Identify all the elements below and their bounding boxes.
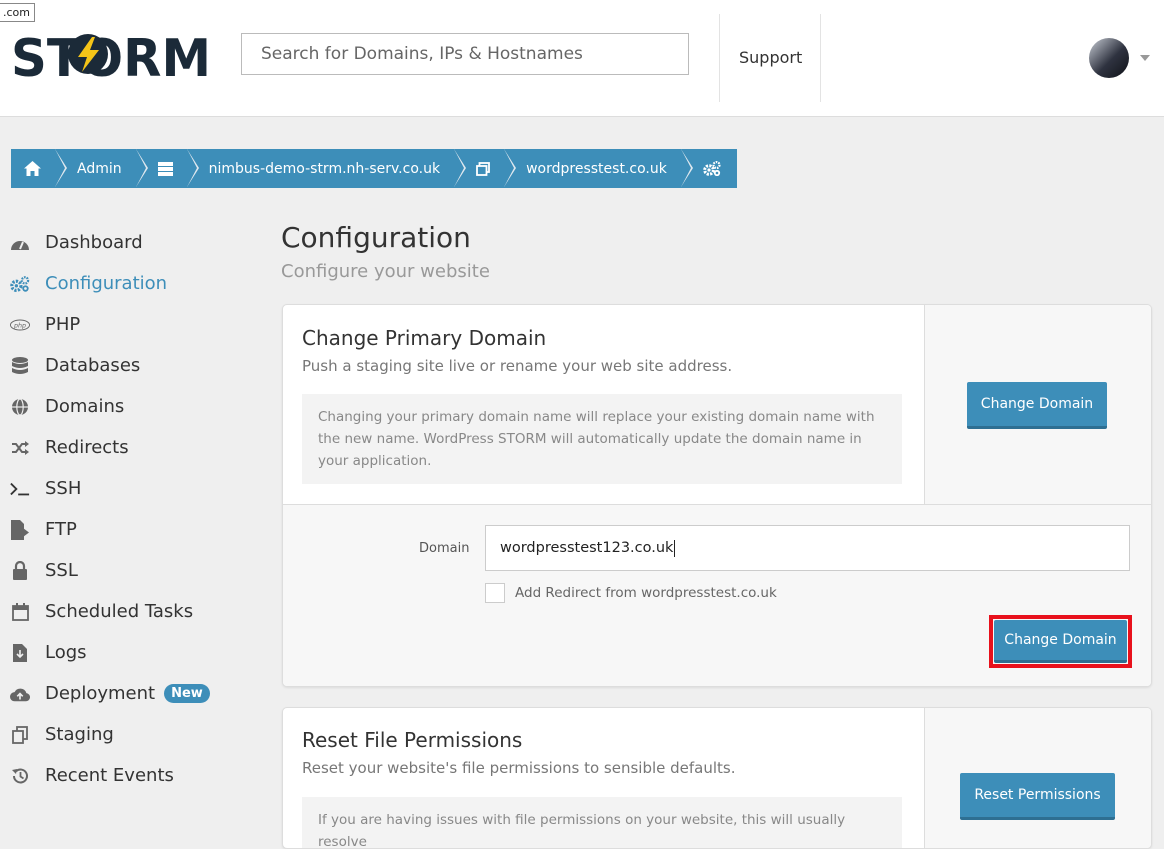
search-input[interactable]: [241, 33, 689, 75]
sidebar-item-label: Domains: [45, 396, 125, 417]
cogs-icon: [703, 161, 721, 176]
card-title: Reset File Permissions: [302, 728, 523, 752]
dashboard-icon: [10, 233, 30, 253]
database-icon: [10, 356, 30, 376]
header-divider: [820, 14, 821, 102]
card-lead: Reset your website's file permissions to…: [302, 759, 736, 777]
sidebar-item-label: FTP: [45, 519, 77, 540]
chevron-down-icon[interactable]: [1140, 55, 1150, 61]
sidebar-item-label: Databases: [45, 355, 141, 376]
domain-input-value: wordpresstest123.co.uk: [500, 540, 674, 556]
sidebar: Dashboard Configuration php PHP Database…: [10, 222, 250, 796]
sidebar-item-label: Staging: [45, 724, 114, 745]
svg-text:STORM: STORM: [11, 29, 211, 80]
sidebar-item-label: Configuration: [45, 273, 168, 294]
copy-icon: [10, 725, 30, 745]
sidebar-item-label: Scheduled Tasks: [45, 601, 194, 622]
sidebar-item-domains[interactable]: Domains: [10, 386, 250, 427]
sidebar-item-staging[interactable]: Staging: [10, 714, 250, 755]
reset-permissions-button[interactable]: Reset Permissions: [960, 773, 1115, 820]
breadcrumb-site[interactable]: wordpresstest.co.uk: [504, 149, 693, 188]
breadcrumb-label: Admin: [77, 160, 122, 177]
sidebar-item-recent-events[interactable]: Recent Events: [10, 755, 250, 796]
sidebar-item-scheduled-tasks[interactable]: Scheduled Tasks: [10, 591, 250, 632]
domain-label: Domain: [419, 541, 470, 556]
globe-icon: [10, 397, 30, 417]
sidebar-item-dashboard[interactable]: Dashboard: [10, 222, 250, 263]
sidebar-item-label: SSL: [45, 560, 78, 581]
sidebar-item-label: PHP: [45, 314, 81, 335]
support-link[interactable]: Support: [739, 48, 802, 67]
sidebar-item-label: Deployment: [45, 683, 156, 704]
breadcrumb: Admin nimbus-demo-strm.nh-serv.co.uk wor…: [11, 149, 737, 188]
sidebar-item-ssh[interactable]: SSH: [10, 468, 250, 509]
new-badge: New: [164, 684, 210, 703]
sidebar-item-logs[interactable]: Logs: [10, 632, 250, 673]
page-title: Configuration: [281, 221, 471, 254]
change-domain-submit-button[interactable]: Change Domain: [994, 620, 1127, 663]
file-download-icon: [10, 643, 30, 663]
lock-icon: [10, 561, 30, 581]
domain-input[interactable]: wordpresstest123.co.uk: [485, 525, 1130, 571]
sidebar-item-databases[interactable]: Databases: [10, 345, 250, 386]
change-domain-form: Domain wordpresstest123.co.uk Add Redire…: [283, 504, 1151, 686]
url-tooltip: .com: [0, 3, 35, 22]
sidebar-item-php[interactable]: php PHP: [10, 304, 250, 345]
header-divider: [719, 14, 720, 102]
terminal-icon: [10, 479, 30, 499]
card-notice: Changing your primary domain name will r…: [302, 394, 902, 484]
change-domain-card: Change Primary Domain Push a staging sit…: [282, 304, 1152, 687]
avatar[interactable]: [1089, 38, 1129, 78]
sidebar-item-label: Redirects: [45, 437, 129, 458]
window-icon: [476, 161, 490, 176]
sidebar-item-ssl[interactable]: SSL: [10, 550, 250, 591]
sidebar-item-label: SSH: [45, 478, 82, 499]
change-domain-side-button[interactable]: Change Domain: [967, 382, 1107, 429]
shuffle-icon: [10, 438, 30, 458]
svg-text:php: php: [13, 322, 26, 329]
sidebar-item-redirects[interactable]: Redirects: [10, 427, 250, 468]
sidebar-item-label: Logs: [45, 642, 87, 663]
add-redirect-checkbox[interactable]: [485, 583, 505, 603]
php-icon: php: [10, 315, 30, 335]
storm-logo[interactable]: STORM: [11, 28, 211, 80]
cogs-icon: [10, 274, 30, 294]
home-icon: [24, 161, 41, 176]
sidebar-item-configuration[interactable]: Configuration: [10, 263, 250, 304]
sidebar-item-label: Recent Events: [45, 765, 174, 786]
reset-permissions-card: Reset File Permissions Reset your websit…: [282, 707, 1152, 849]
breadcrumb-server[interactable]: nimbus-demo-strm.nh-serv.co.uk: [187, 149, 467, 188]
breadcrumb-label: wordpresstest.co.uk: [526, 160, 667, 177]
breadcrumb-home[interactable]: [11, 149, 67, 188]
calendar-icon: [10, 602, 30, 622]
add-redirect-label[interactable]: Add Redirect from wordpresstest.co.uk: [515, 585, 777, 601]
sidebar-item-deployment[interactable]: Deployment New: [10, 673, 250, 714]
file-upload-icon: [10, 519, 30, 540]
breadcrumb-admin[interactable]: Admin: [55, 149, 148, 188]
history-icon: [10, 766, 30, 786]
breadcrumb-label: nimbus-demo-strm.nh-serv.co.uk: [208, 160, 441, 177]
top-bar: .com STORM Support: [0, 0, 1164, 117]
card-notice: If you are having issues with file permi…: [302, 797, 902, 848]
sidebar-item-label: Dashboard: [45, 232, 143, 253]
card-title: Change Primary Domain: [302, 326, 547, 350]
cloud-upload-icon: [10, 684, 30, 704]
sidebar-item-ftp[interactable]: FTP: [10, 509, 250, 550]
text-cursor: [674, 539, 676, 557]
server-icon: [157, 161, 173, 176]
page-subtitle: Configure your website: [281, 261, 490, 282]
card-lead: Push a staging site live or rename your …: [302, 357, 733, 375]
